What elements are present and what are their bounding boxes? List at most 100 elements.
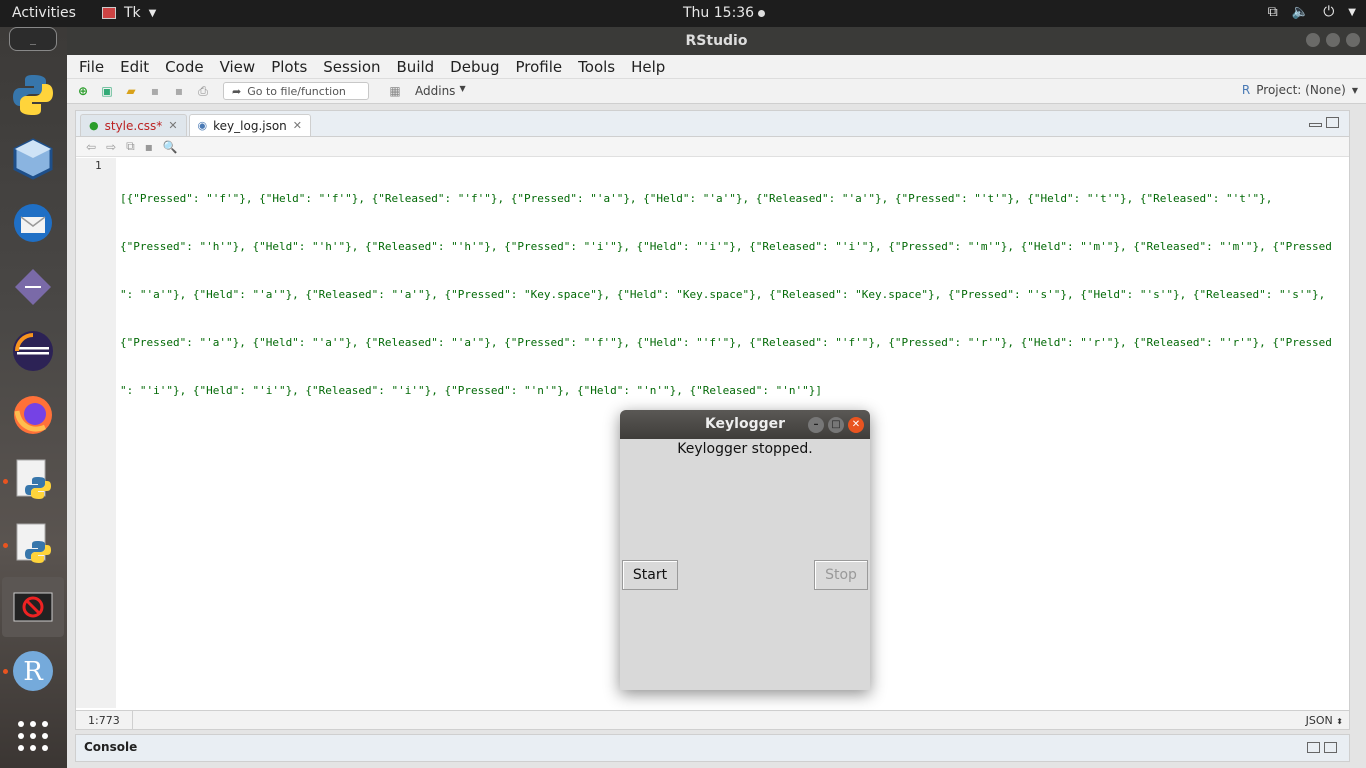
terminal-icon[interactable]: _ [9, 27, 57, 51]
addins-menu[interactable]: Addins ▼ [415, 84, 466, 98]
grid-icon[interactable]: ▦ [385, 82, 405, 100]
minimize-pane-icon[interactable] [1309, 123, 1322, 127]
save-all-icon[interactable]: ▪ [169, 82, 189, 100]
editor-status-bar: 1:773 JSON ⬍ [76, 710, 1349, 729]
new-file-icon[interactable]: ⊕ [73, 82, 93, 100]
code-line: [{"Pressed": "'f'"}, {"Held": "'f'"}, {"… [120, 192, 1273, 205]
thunderbird-icon[interactable] [9, 199, 57, 247]
rstudio-icon[interactable]: R [9, 647, 57, 695]
volume-icon[interactable]: 🔈 [1292, 4, 1309, 20]
keylogger-window: Keylogger – □ ✕ Keylogger stopped. Start… [620, 410, 870, 690]
tab-style-css[interactable]: ● style.css* ✕ [80, 114, 187, 136]
save-icon[interactable]: ▪ [145, 82, 165, 100]
menu-session[interactable]: Session [323, 58, 380, 76]
start-button[interactable]: Start [622, 560, 678, 590]
svg-text:R: R [23, 657, 44, 687]
menu-edit[interactable]: Edit [120, 58, 149, 76]
forward-arrow-icon[interactable]: ⇨ [106, 140, 116, 154]
menu-view[interactable]: View [220, 58, 256, 76]
project-menu[interactable]: R Project: (None) ▼ [1242, 83, 1358, 97]
maximize-pane-icon[interactable] [1326, 117, 1339, 128]
menu-code[interactable]: Code [165, 58, 203, 76]
restore-pane-icon[interactable] [1307, 742, 1320, 753]
chevron-down-icon[interactable]: ▼ [1348, 7, 1356, 18]
file-type-select[interactable]: JSON ⬍ [1306, 714, 1343, 727]
tk-app-icon [102, 7, 116, 19]
cursor-position: 1:773 [88, 714, 120, 727]
close-button[interactable] [1346, 33, 1360, 47]
json-file-icon: ◉ [197, 119, 208, 132]
keylogger-status-label: Keylogger stopped. [677, 441, 813, 457]
system-top-bar: Activities Tk ▼ Thu 15:36 ⧉ 🔈 ⏻ ▼ [0, 0, 1366, 27]
arrow-right-icon: ➦ [232, 84, 242, 98]
open-file-icon[interactable]: ▰ [121, 82, 141, 100]
back-arrow-icon[interactable]: ⇦ [86, 140, 96, 154]
main-toolbar: ⊕ ▣ ▰ ▪ ▪ ⎙ ➦ Go to file/function ▦ Addi… [67, 79, 1366, 104]
menu-build[interactable]: Build [397, 58, 435, 76]
clock-label: Thu 15:36 [683, 5, 755, 21]
console-label: Console [84, 740, 138, 754]
gitg-icon[interactable] [9, 263, 57, 311]
running-indicator [3, 479, 8, 484]
app-menu[interactable]: Tk ▼ [102, 5, 156, 21]
menu-plots[interactable]: Plots [271, 58, 307, 76]
editor-toolbar: ⇦ ⇨ ⧉ ▪ 🔍 [76, 137, 1349, 157]
chevron-down-icon: ▼ [148, 7, 157, 19]
app-menu-label: Tk [124, 5, 141, 21]
maximize-pane-icon[interactable] [1324, 742, 1337, 753]
tab-label: style.css* [104, 118, 163, 133]
console-pane[interactable]: Console [75, 734, 1350, 762]
python-script-icon[interactable] [9, 519, 57, 567]
project-icon: R [1241, 83, 1251, 97]
dock: _ R [0, 27, 67, 768]
show-in-window-icon[interactable]: ⧉ [126, 139, 135, 154]
system-tray[interactable]: ⧉ 🔈 ⏻ ▼ [1268, 4, 1356, 20]
close-tab-icon[interactable]: ✕ [293, 119, 302, 132]
python-script-icon[interactable] [9, 455, 57, 503]
python-icon[interactable] [9, 71, 57, 119]
line-gutter: 1 [76, 158, 116, 708]
search-icon[interactable]: 🔍 [163, 140, 178, 154]
menu-bar: File Edit Code View Plots Session Build … [67, 55, 1366, 79]
keylogger-title: Keylogger [704, 416, 786, 432]
close-tab-icon[interactable]: ✕ [168, 119, 177, 132]
chevron-down-icon: ▼ [459, 84, 466, 93]
new-project-icon[interactable]: ▣ [97, 82, 117, 100]
code-text[interactable]: [{"Pressed": "'f'"}, {"Held": "'f'"}, {"… [120, 159, 1342, 431]
menu-debug[interactable]: Debug [450, 58, 499, 76]
css-file-icon: ● [89, 119, 99, 132]
tk-window-icon[interactable] [2, 577, 64, 637]
keylogger-titlebar[interactable]: Keylogger – □ ✕ [620, 410, 870, 439]
file-type-label: JSON [1305, 714, 1333, 727]
menu-file[interactable]: File [79, 58, 104, 76]
power-icon[interactable]: ⏻ [1323, 4, 1334, 20]
chevron-down-icon: ▼ [1351, 85, 1358, 95]
menu-tools[interactable]: Tools [578, 58, 615, 76]
minimize-button[interactable] [1306, 33, 1320, 47]
code-line: {"Pressed": "'a'"}, {"Held": "'a'"}, {"R… [120, 336, 1332, 349]
show-apps-icon[interactable] [9, 712, 57, 760]
virtualbox-icon[interactable] [9, 135, 57, 183]
goto-file-placeholder: Go to file/function [247, 84, 346, 98]
clock[interactable]: Thu 15:36 [683, 5, 766, 21]
maximize-button[interactable] [1326, 33, 1340, 47]
activities-button[interactable]: Activities [12, 5, 76, 21]
project-label: Project: (None) [1256, 83, 1346, 97]
tab-key-log-json[interactable]: ◉ key_log.json ✕ [188, 114, 312, 136]
print-icon[interactable]: ⎙ [193, 82, 213, 100]
code-line: {"Pressed": "'h'"}, {"Held": "'h'"}, {"R… [120, 240, 1332, 253]
close-button[interactable]: ✕ [848, 417, 864, 433]
goto-file-input[interactable]: ➦ Go to file/function [223, 82, 369, 100]
menu-help[interactable]: Help [631, 58, 665, 76]
updown-icon: ⬍ [1336, 717, 1343, 726]
firefox-icon[interactable] [9, 391, 57, 439]
save-icon[interactable]: ▪ [145, 140, 153, 154]
code-line: ": "'a'"}, {"Held": "'a'"}, {"Released":… [120, 288, 1326, 301]
stop-button[interactable]: Stop [814, 560, 868, 590]
network-icon[interactable]: ⧉ [1268, 4, 1278, 20]
minimize-button[interactable]: – [808, 417, 824, 433]
window-titlebar[interactable]: RStudio [67, 27, 1366, 55]
maximize-button[interactable]: □ [828, 417, 844, 433]
menu-profile[interactable]: Profile [516, 58, 563, 76]
eclipse-icon[interactable] [9, 327, 57, 375]
